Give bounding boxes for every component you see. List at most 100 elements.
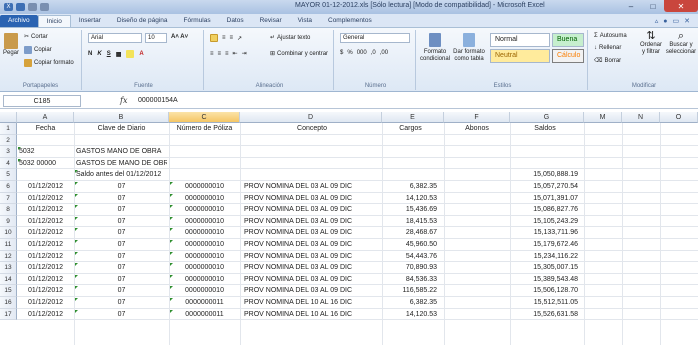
sort-filter-button[interactable]: ⇅ Ordenar y filtrar [638, 31, 664, 56]
row-header[interactable]: 2 [0, 134, 17, 147]
tab-insert[interactable]: Insertar [71, 15, 109, 27]
cell-b[interactable]: GASTOS MANO DE OBRA [76, 146, 167, 158]
maximize-button[interactable]: □ [642, 0, 664, 12]
cell-d[interactable]: Concepto [244, 123, 380, 135]
close-button[interactable]: ✕ [664, 0, 698, 12]
cell-a[interactable]: 01/12/2012 [19, 297, 72, 309]
worksheet-grid[interactable]: A B C D E F G M N O 1 2 3 4 5 6 7 8 9 10 11 12 13 14 1… [0, 112, 698, 345]
cell-d[interactable]: PROV NOMINA DEL 03 AL 09 DIC [244, 285, 380, 297]
cell-g[interactable]: 15,526,631.58 [512, 309, 578, 321]
outdent-icon[interactable]: ⇥ [242, 50, 247, 57]
fx-icon[interactable]: fx [120, 96, 127, 105]
bold-button[interactable]: N [88, 51, 92, 57]
cell-a[interactable]: 01/12/2012 [19, 227, 72, 239]
column-header-o[interactable]: O [660, 112, 698, 123]
cell-a[interactable]: 01/12/2012 [19, 285, 72, 297]
indent-icon[interactable]: ⇤ [233, 50, 238, 57]
column-header-e[interactable]: E [382, 112, 444, 123]
font-color-icon[interactable]: A [139, 51, 143, 57]
cell-a[interactable]: Fecha [19, 123, 72, 135]
cell-c[interactable]: 0000000010 [171, 181, 238, 193]
column-header-f[interactable]: F [444, 112, 510, 123]
cell-b[interactable]: 07 [76, 297, 167, 309]
tab-addins[interactable]: Complementos [320, 15, 380, 27]
row-header[interactable]: 14 [0, 273, 17, 286]
style-calculation[interactable]: Cálculo [552, 49, 584, 63]
style-neutral[interactable]: Neutral [490, 49, 550, 63]
style-good[interactable]: Buena [552, 33, 584, 47]
cell-b[interactable]: 07 [76, 216, 167, 228]
decrease-decimal-icon[interactable]: ,00 [380, 50, 388, 56]
cell-e[interactable]: 84,536.33 [384, 274, 437, 286]
cell-g[interactable]: 15,234,116.22 [512, 251, 578, 263]
conditional-format-button[interactable]: Formato condicional [420, 33, 450, 63]
cell-f[interactable]: Abonos [446, 123, 508, 135]
cell-d[interactable]: PROV NOMINA DEL 03 AL 09 DIC [244, 204, 380, 216]
cell-b[interactable]: 07 [76, 227, 167, 239]
column-header-m[interactable]: M [584, 112, 622, 123]
cell-c[interactable]: 0000000010 [171, 227, 238, 239]
font-name-select[interactable]: Arial [88, 33, 142, 43]
row-header[interactable]: 9 [0, 215, 17, 228]
cell-d[interactable]: PROV NOMINA DEL 03 AL 09 DIC [244, 227, 380, 239]
tab-data[interactable]: Datos [219, 15, 252, 27]
align-top-icon[interactable] [210, 34, 218, 42]
align-left-icon[interactable]: ≡ [210, 51, 214, 57]
copy-button[interactable]: Copiar [24, 46, 52, 54]
cell-c[interactable]: 0000000010 [171, 193, 238, 205]
row-header[interactable]: 15 [0, 285, 17, 297]
fill-color-icon[interactable] [126, 50, 135, 58]
align-middle-icon[interactable]: ≡ [222, 35, 226, 41]
cell-g[interactable]: 15,512,511.05 [512, 297, 578, 309]
cell-g[interactable]: 15,050,888.19 [512, 169, 578, 181]
align-bottom-icon[interactable]: ≡ [230, 35, 234, 41]
tab-page-layout[interactable]: Diseño de página [109, 15, 176, 27]
cell-e[interactable]: 54,443.76 [384, 251, 437, 263]
cell-a[interactable]: 01/12/2012 [19, 274, 72, 286]
cell-c[interactable]: Número de Póliza [171, 123, 238, 135]
cell-b[interactable]: 07 [76, 274, 167, 286]
cell-b[interactable]: 07 [76, 309, 167, 321]
fill-button[interactable]: ↓ Rellenar [594, 45, 621, 51]
clear-button[interactable]: ⌫ Borrar [594, 57, 621, 65]
cell-b[interactable]: 07 [76, 193, 167, 205]
percent-icon[interactable]: % [347, 50, 352, 56]
undo-icon[interactable] [28, 3, 37, 11]
cell-e[interactable]: 15,436.69 [384, 204, 437, 216]
align-right-icon[interactable]: ≡ [225, 51, 229, 57]
restore-icon[interactable]: ▭ [673, 17, 680, 25]
cell-g[interactable]: 15,133,711.96 [512, 227, 578, 239]
select-all-corner[interactable] [0, 112, 17, 123]
help-icon[interactable]: ● [663, 18, 667, 25]
underline-button[interactable]: S [107, 51, 111, 57]
row-header[interactable]: 10 [0, 227, 17, 239]
format-painter-button[interactable]: Copiar formato [24, 59, 74, 67]
row-header[interactable]: 17 [0, 308, 17, 321]
cell-e[interactable]: 14,120.53 [384, 309, 437, 321]
cell-g[interactable]: 15,086,827.76 [512, 204, 578, 216]
increase-decimal-icon[interactable]: ,0 [371, 50, 376, 56]
column-header-n[interactable]: N [622, 112, 660, 123]
cell-e[interactable]: Cargos [384, 123, 437, 135]
cell-b[interactable]: 07 [76, 239, 167, 251]
cell-e[interactable]: 6,382.35 [384, 181, 437, 193]
cell-c[interactable]: 0000000010 [171, 251, 238, 263]
name-box[interactable]: C185 [3, 95, 81, 107]
cell-g[interactable]: 15,506,128.70 [512, 285, 578, 297]
font-size-select[interactable]: 10 [145, 33, 167, 43]
orientation-icon[interactable]: ↗ [237, 35, 242, 42]
tab-home[interactable]: Inicio [37, 15, 71, 27]
cell-e[interactable]: 70,890.93 [384, 262, 437, 274]
cell-a[interactable]: 01/12/2012 [19, 239, 72, 251]
cell-c[interactable]: 0000000010 [171, 274, 238, 286]
cell-d[interactable]: PROV NOMINA DEL 03 AL 09 DIC [244, 274, 380, 286]
cell-c[interactable]: 0000000011 [171, 309, 238, 321]
grow-font-button[interactable]: A˄ A˅ [171, 34, 188, 40]
column-header-b[interactable]: B [74, 112, 169, 123]
cell-b[interactable]: 07 [76, 285, 167, 297]
style-normal[interactable]: Normal [490, 33, 550, 47]
italic-button[interactable]: K [97, 51, 101, 57]
cell-g[interactable]: 15,305,007.15 [512, 262, 578, 274]
cell-a[interactable]: 01/12/2012 [19, 181, 72, 193]
cell-a[interactable]: 01/12/2012 [19, 216, 72, 228]
